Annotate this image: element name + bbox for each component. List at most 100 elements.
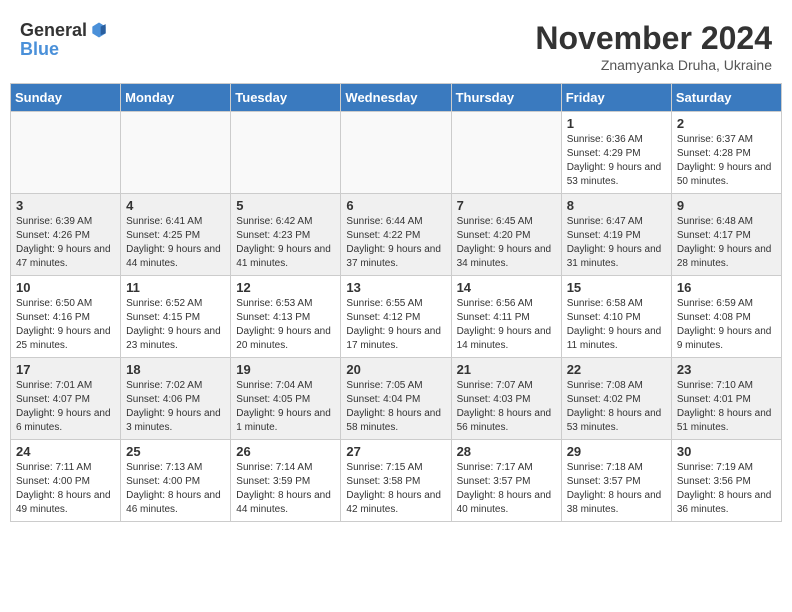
day-number: 14 (457, 280, 556, 295)
day-cell: 19 Sunrise: 7:04 AM Sunset: 4:05 PM Dayli… (231, 358, 341, 440)
day-info: Sunrise: 7:08 AM Sunset: 4:02 PM Dayligh… (567, 379, 666, 435)
header-friday: Friday (561, 84, 671, 112)
month-title: November 2024 (535, 20, 772, 57)
logo-general: General (20, 21, 87, 39)
header-thursday: Thursday (451, 84, 561, 112)
day-info: Sunrise: 6:50 AM Sunset: 4:16 PM Dayligh… (16, 297, 115, 353)
week-row-3: 10 Sunrise: 6:50 AM Sunset: 4:16 PM Dayli… (11, 276, 782, 358)
day-cell: 7Sunrise: 6:45 AM Sunset: 4:20 PM Daylig… (451, 194, 561, 276)
day-number: 8 (567, 198, 666, 213)
day-number: 10 (16, 280, 115, 295)
day-cell: 24 Sunrise: 7:11 AM Sunset: 4:00 PM Dayli… (11, 440, 121, 522)
day-cell: 2 Sunrise: 6:37 AM Sunset: 4:28 PM Daylig… (671, 112, 781, 194)
day-number: 16 (677, 280, 776, 295)
day-cell: 23 Sunrise: 7:10 AM Sunset: 4:01 PM Dayli… (671, 358, 781, 440)
day-info: Sunrise: 6:37 AM Sunset: 4:28 PM Dayligh… (677, 133, 776, 189)
day-info: Sunrise: 6:42 AM Sunset: 4:23 PM Dayligh… (236, 215, 335, 271)
day-info: Sunrise: 6:59 AM Sunset: 4:08 PM Dayligh… (677, 297, 776, 353)
day-info: Sunrise: 7:15 AM Sunset: 3:58 PM Dayligh… (346, 461, 445, 517)
day-info: Sunrise: 7:04 AM Sunset: 4:05 PM Dayligh… (236, 379, 335, 435)
day-number: 13 (346, 280, 445, 295)
header-tuesday: Tuesday (231, 84, 341, 112)
day-info: Sunrise: 6:47 AM Sunset: 4:19 PM Dayligh… (567, 215, 666, 271)
day-cell: 11 Sunrise: 6:52 AM Sunset: 4:15 PM Dayli… (121, 276, 231, 358)
day-info: Sunrise: 6:48 AM Sunset: 4:17 PM Dayligh… (677, 215, 776, 271)
day-cell: 4 Sunrise: 6:41 AM Sunset: 4:25 PM Daylig… (121, 194, 231, 276)
day-number: 7 (457, 198, 556, 213)
day-cell: 26 Sunrise: 7:14 AM Sunset: 3:59 PM Dayli… (231, 440, 341, 522)
day-number: 23 (677, 362, 776, 377)
day-number: 28 (457, 444, 556, 459)
day-info: Sunrise: 6:39 AM Sunset: 4:26 PM Dayligh… (16, 215, 115, 271)
logo: General Blue (20, 20, 109, 60)
day-cell (11, 112, 121, 194)
day-info: Sunrise: 7:17 AM Sunset: 3:57 PM Dayligh… (457, 461, 556, 517)
day-number: 15 (567, 280, 666, 295)
day-info: Sunrise: 7:02 AM Sunset: 4:06 PM Dayligh… (126, 379, 225, 435)
day-cell: 8 Sunrise: 6:47 AM Sunset: 4:19 PM Daylig… (561, 194, 671, 276)
day-number: 17 (16, 362, 115, 377)
day-number: 19 (236, 362, 335, 377)
day-cell: 14 Sunrise: 6:56 AM Sunset: 4:11 PM Dayli… (451, 276, 561, 358)
week-row-4: 17 Sunrise: 7:01 AM Sunset: 4:07 PM Dayli… (11, 358, 782, 440)
day-info: Sunrise: 6:56 AM Sunset: 4:11 PM Dayligh… (457, 297, 556, 353)
day-number: 1 (567, 116, 666, 131)
day-cell (231, 112, 341, 194)
day-number: 25 (126, 444, 225, 459)
day-info: Sunrise: 6:55 AM Sunset: 4:12 PM Dayligh… (346, 297, 445, 353)
day-info: Sunrise: 7:07 AM Sunset: 4:03 PM Dayligh… (457, 379, 556, 435)
day-number: 27 (346, 444, 445, 459)
day-number: 12 (236, 280, 335, 295)
day-info: Sunrise: 6:36 AM Sunset: 4:29 PM Dayligh… (567, 133, 666, 189)
day-cell: 18 Sunrise: 7:02 AM Sunset: 4:06 PM Dayli… (121, 358, 231, 440)
day-number: 5 (236, 198, 335, 213)
title-block: November 2024 Znamyanka Druha, Ukraine (535, 20, 772, 73)
day-number: 11 (126, 280, 225, 295)
day-cell (341, 112, 451, 194)
day-info: Sunrise: 6:53 AM Sunset: 4:13 PM Dayligh… (236, 297, 335, 353)
day-cell: 12 Sunrise: 6:53 AM Sunset: 4:13 PM Dayli… (231, 276, 341, 358)
page-header: General Blue November 2024 Znamyanka Dru… (10, 10, 782, 78)
day-info: Sunrise: 6:44 AM Sunset: 4:22 PM Dayligh… (346, 215, 445, 271)
day-number: 18 (126, 362, 225, 377)
day-cell: 1 Sunrise: 6:36 AM Sunset: 4:29 PM Daylig… (561, 112, 671, 194)
day-number: 24 (16, 444, 115, 459)
day-cell: 27 Sunrise: 7:15 AM Sunset: 3:58 PM Dayli… (341, 440, 451, 522)
day-number: 3 (16, 198, 115, 213)
day-cell: 3 Sunrise: 6:39 AM Sunset: 4:26 PM Daylig… (11, 194, 121, 276)
day-info: Sunrise: 7:10 AM Sunset: 4:01 PM Dayligh… (677, 379, 776, 435)
day-cell: 29 Sunrise: 7:18 AM Sunset: 3:57 PM Dayli… (561, 440, 671, 522)
day-info: Sunrise: 7:01 AM Sunset: 4:07 PM Dayligh… (16, 379, 115, 435)
day-number: 4 (126, 198, 225, 213)
day-cell (451, 112, 561, 194)
week-row-1: 1 Sunrise: 6:36 AM Sunset: 4:29 PM Daylig… (11, 112, 782, 194)
day-cell: 16 Sunrise: 6:59 AM Sunset: 4:08 PM Dayli… (671, 276, 781, 358)
day-cell: 20Sunrise: 7:05 AM Sunset: 4:04 PM Dayli… (341, 358, 451, 440)
day-number: 2 (677, 116, 776, 131)
week-row-5: 24 Sunrise: 7:11 AM Sunset: 4:00 PM Dayli… (11, 440, 782, 522)
day-cell: 30Sunrise: 7:19 AM Sunset: 3:56 PM Dayli… (671, 440, 781, 522)
day-number: 21 (457, 362, 556, 377)
day-info: Sunrise: 6:41 AM Sunset: 4:25 PM Dayligh… (126, 215, 225, 271)
day-info: Sunrise: 7:14 AM Sunset: 3:59 PM Dayligh… (236, 461, 335, 517)
calendar: SundayMondayTuesdayWednesdayThursdayFrid… (10, 83, 782, 522)
day-cell: 5 Sunrise: 6:42 AM Sunset: 4:23 PM Daylig… (231, 194, 341, 276)
day-number: 29 (567, 444, 666, 459)
day-number: 30 (677, 444, 776, 459)
day-cell: 22Sunrise: 7:08 AM Sunset: 4:02 PM Dayli… (561, 358, 671, 440)
day-number: 9 (677, 198, 776, 213)
header-monday: Monday (121, 84, 231, 112)
header-wednesday: Wednesday (341, 84, 451, 112)
day-info: Sunrise: 7:18 AM Sunset: 3:57 PM Dayligh… (567, 461, 666, 517)
day-number: 26 (236, 444, 335, 459)
day-info: Sunrise: 7:11 AM Sunset: 4:00 PM Dayligh… (16, 461, 115, 517)
day-number: 20 (346, 362, 445, 377)
day-cell: 21 Sunrise: 7:07 AM Sunset: 4:03 PM Dayli… (451, 358, 561, 440)
day-cell: 15 Sunrise: 6:58 AM Sunset: 4:10 PM Dayli… (561, 276, 671, 358)
day-cell: 17 Sunrise: 7:01 AM Sunset: 4:07 PM Dayli… (11, 358, 121, 440)
header-saturday: Saturday (671, 84, 781, 112)
logo-icon (89, 20, 109, 40)
day-info: Sunrise: 6:58 AM Sunset: 4:10 PM Dayligh… (567, 297, 666, 353)
day-cell: 6Sunrise: 6:44 AM Sunset: 4:22 PM Daylig… (341, 194, 451, 276)
day-info: Sunrise: 6:52 AM Sunset: 4:15 PM Dayligh… (126, 297, 225, 353)
